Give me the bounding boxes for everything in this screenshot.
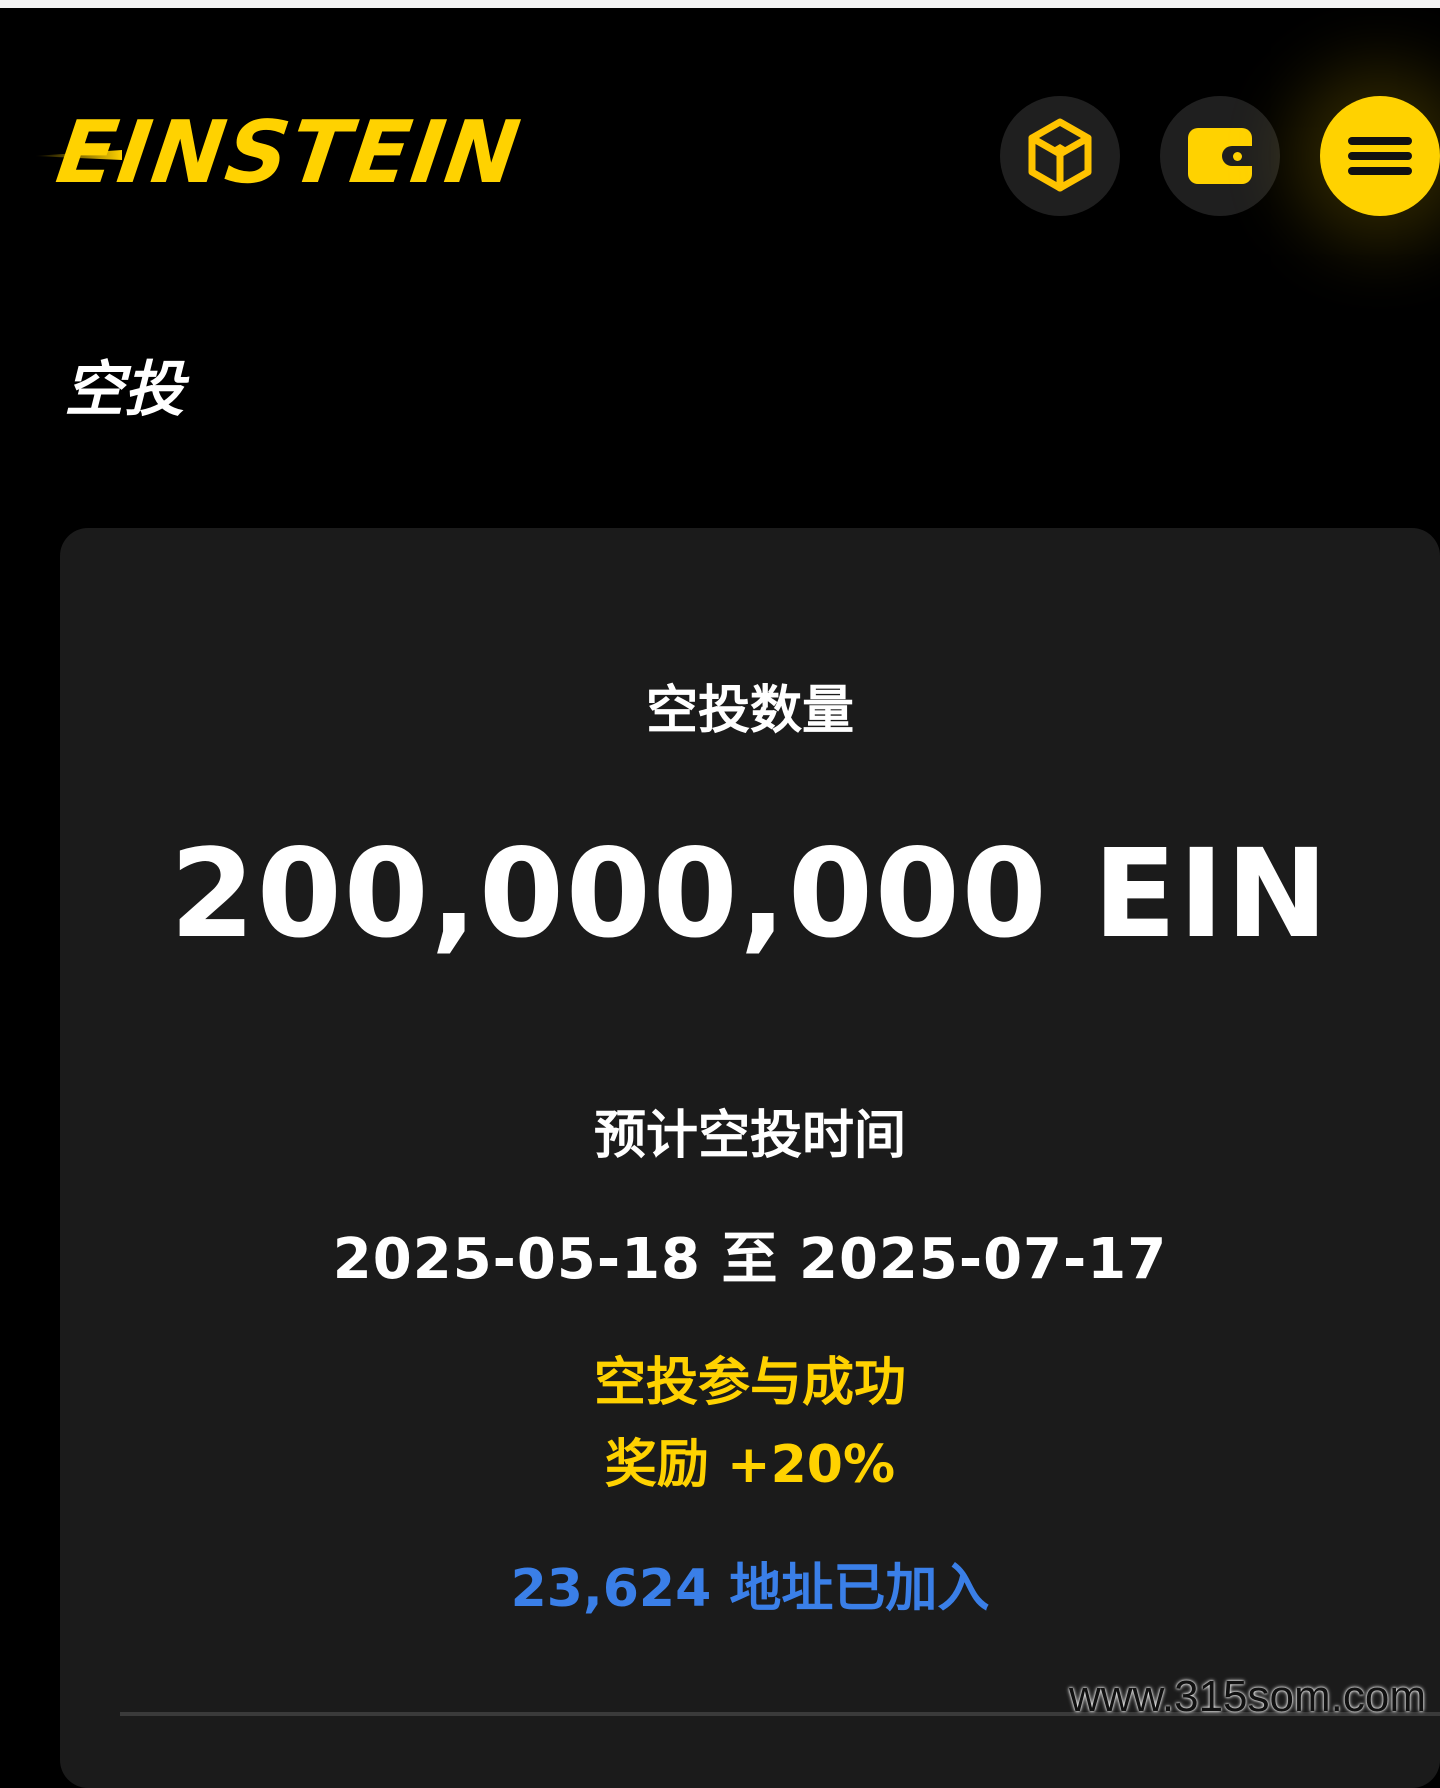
- status-strip: [0, 0, 1440, 8]
- wallet-icon: [1188, 128, 1252, 184]
- airdrop-reward-text: 奖励 +20%: [604, 1435, 896, 1495]
- bnb-chain-icon: [1028, 118, 1092, 192]
- airdrop-card: 空投数量 200,000,000 EIN 预计空投时间 2025-05-18 至…: [60, 528, 1440, 1788]
- bnb-chain-button[interactable]: [1000, 96, 1120, 216]
- airdrop-success-text: 空投参与成功: [593, 1353, 906, 1413]
- wallet-button[interactable]: [1160, 96, 1280, 216]
- menu-button[interactable]: [1320, 96, 1440, 216]
- page-title: 空投: [64, 355, 184, 425]
- einstein-logo[interactable]: EINSTEIN: [34, 103, 527, 203]
- addresses-joined-count: 23,624 地址已加入: [510, 1559, 990, 1619]
- watermark-text: www.315som.com: [1068, 1672, 1426, 1721]
- airdrop-amount-value: 200,000,000 EIN: [170, 823, 1330, 965]
- logo-text: EINSTEIN: [50, 103, 528, 203]
- app-header: EINSTEIN: [0, 8, 1440, 268]
- airdrop-time-range: 2025-05-18 至 2025-07-17: [332, 1227, 1168, 1292]
- hamburger-menu-icon: [1348, 130, 1412, 182]
- airdrop-time-label: 预计空投时间: [593, 1106, 906, 1166]
- airdrop-amount-label: 空投数量: [645, 681, 854, 741]
